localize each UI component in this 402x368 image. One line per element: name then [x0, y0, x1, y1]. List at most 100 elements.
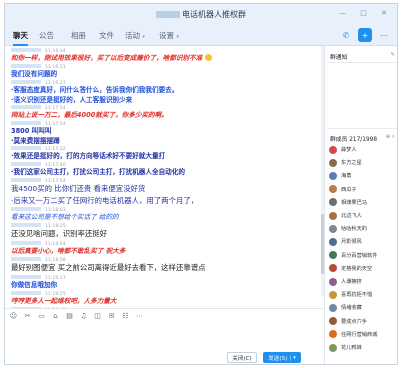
member-name: 海角	[341, 173, 352, 180]
image-icon[interactable]: ▤	[65, 312, 74, 320]
member-item[interactable]: 北边飞人	[329, 210, 397, 221]
mail-icon[interactable]: ✉	[107, 312, 116, 320]
redacted-sender[interactable]	[11, 178, 41, 182]
folder-icon[interactable]: ◫	[93, 312, 102, 320]
message-text: ·客服态度真好，问什么答什么，告诉我你们我我们要去。	[11, 86, 317, 95]
send-button[interactable]: 发送(S) ▾	[263, 352, 301, 363]
group-side-panel: 群通知 ✎ 群成员 217/1998 ⊕ ⌕ 蒜梦人东方之星海角西瓜子相煤果巴马…	[324, 46, 397, 364]
avatar	[329, 343, 337, 352]
member-item[interactable]: 定格我的天空	[329, 263, 397, 274]
message-text: 我4500买的 比你们还贵 看来便宜没好货	[11, 184, 317, 193]
member-name: 相煤果巴马	[341, 199, 367, 206]
member-item[interactable]: 喜再抗拒不惜	[329, 289, 397, 300]
screenshot-icon[interactable]: ▭	[37, 312, 46, 320]
chat-message[interactable]: 11:17:54 我4500买的 比你们还贵 看来便宜没好货	[11, 178, 317, 193]
members-title: 群成员 217/1998	[330, 137, 378, 143]
redacted-sender[interactable]	[11, 275, 41, 279]
more-icon[interactable]: ⋯	[377, 28, 391, 42]
redacted-sender[interactable]	[11, 291, 41, 295]
add-icon[interactable]: +	[358, 28, 372, 42]
tab-activity[interactable]: 活动 ▾	[125, 30, 145, 41]
chat-message[interactable]: ·后来又一万二买了任网行的电话机器人，用了两个月了，	[11, 196, 317, 205]
avatar	[329, 237, 337, 246]
scissors-icon[interactable]: ✂	[23, 312, 32, 320]
chat-message[interactable]: 11:19:25 哼哼更多人一起维权吧，人多力量大	[11, 291, 317, 306]
avatar	[329, 211, 337, 220]
member-item[interactable]: 海角	[329, 170, 397, 181]
window-title-text: 电话机器人推权群	[182, 10, 246, 19]
tab-chat[interactable]: 聊天	[13, 30, 28, 46]
member-name: 花儿鸭妹	[341, 345, 362, 351]
chat-message[interactable]: 11:16:34 和你一样，刚试用效果很好，买了以后变成廉价了，啥都识别不准	[11, 48, 317, 63]
message-text: 以后真要小心，啥都不敢乱买了 祝大多	[11, 247, 317, 256]
member-item[interactable]: 东方之星	[329, 157, 397, 168]
member-item[interactable]: 花儿鸭妹	[329, 342, 397, 353]
member-tools-icons[interactable]: ⊕ ⌕	[386, 134, 395, 141]
emoji-icon[interactable]: ☺	[9, 312, 18, 320]
notice-title: 群通知	[330, 55, 348, 61]
member-name: 百分百营销软件	[341, 252, 378, 259]
input-toolbar: ☺ ✂ ▭ ⌂ ▤ ♫ ◫ ✉ ☷ ⋯	[5, 308, 323, 322]
chevron-down-icon[interactable]: ▾	[290, 354, 296, 361]
member-item[interactable]: 人潮拥挤	[329, 276, 397, 287]
member-name: 任网行营销商城	[341, 331, 378, 338]
redacted-sender[interactable]	[11, 162, 41, 166]
redacted-sender[interactable]	[11, 241, 41, 245]
chat-message[interactable]: 11:18:03 看来这公司是不想给个实话了 给的的	[11, 207, 317, 222]
message-list[interactable]: 11:16:34 和你一样，刚试用效果很好，买了以后变成廉价了，啥都识别不准 11…	[5, 46, 323, 308]
member-item[interactable]: 相煤果巴马	[329, 197, 397, 208]
music-icon[interactable]: ♫	[79, 312, 88, 320]
message-text: 我们没有问题的	[11, 70, 317, 79]
tab-files[interactable]: 文件	[99, 30, 114, 41]
message-body: 你做信息哦加你	[11, 280, 58, 289]
edit-icon[interactable]: ✎	[390, 52, 395, 58]
redacted-sender[interactable]	[11, 64, 41, 68]
tab-settings[interactable]: 设置 ▾	[159, 30, 179, 41]
chat-message[interactable]: 11:18:25 还没见啥问题，识别率还挺好	[11, 223, 317, 238]
redacted-sender[interactable]	[11, 105, 41, 109]
redacted-sender[interactable]	[11, 207, 41, 211]
grid-icon[interactable]: ☷	[121, 312, 130, 320]
message-body: 网站上说一万二，最后4000就买了，你多少买的啊。	[11, 110, 168, 119]
avatar	[329, 317, 337, 326]
gift-icon[interactable]: ⌂	[51, 312, 60, 320]
member-item[interactable]: 情绪收藏	[329, 302, 397, 313]
chat-message[interactable]: ·莫来费摆摆摆蹲	[11, 137, 317, 146]
tab-album[interactable]: 相册	[71, 30, 86, 41]
redacted-sender[interactable]	[11, 223, 41, 227]
redacted-sender[interactable]	[11, 48, 41, 52]
member-item[interactable]: 咕咕秋天的	[329, 223, 397, 234]
chat-message[interactable]: 11:17:32 ·效果还是挺好的，打的方向等话术好不要好就大量打	[11, 146, 317, 161]
chat-message[interactable]: 11:16:21 我们没有问题的	[11, 64, 317, 79]
member-name: 西瓜子	[341, 186, 357, 193]
member-item[interactable]: 西瓜子	[329, 184, 397, 195]
message-body: 哼哼更多人一起维权吧，人多力量大	[11, 296, 117, 305]
chat-message[interactable]: 11:16:27 ·客服态度真好，问什么答什么，告诉我你们我我们要去。	[11, 80, 317, 95]
chat-message[interactable]: 11:19:17 你做信息哦加你	[11, 275, 317, 290]
redacted-sender[interactable]	[11, 80, 41, 84]
avatar	[329, 185, 337, 194]
chat-message[interactable]: 11:17:14 网站上说一万二，最后4000就买了，你多少买的啊。	[11, 105, 317, 120]
chat-message[interactable]: 11:17:40 ·我们这家公司主打，打扰公司主打，打扰机器人全自动化的	[11, 162, 317, 177]
member-name: 北边飞人	[341, 213, 362, 219]
chat-message[interactable]: ·语义识别还是挺好的，人工客服识别少来	[11, 96, 317, 105]
window-controls[interactable]: — □ ✕	[339, 9, 393, 17]
member-item[interactable]: 要成点穴手	[329, 316, 397, 327]
member-item[interactable]: 任网行营销商城	[329, 329, 397, 340]
more-icon[interactable]: ⋯	[135, 312, 144, 320]
redacted-sender[interactable]	[11, 121, 41, 125]
phone-icon[interactable]: ✆	[339, 28, 353, 42]
member-item[interactable]: 蒜梦人	[329, 144, 397, 155]
chat-message[interactable]: 11:17:14 3800 叫叫叫	[11, 121, 317, 136]
member-item[interactable]: 百分百营销软件	[329, 250, 397, 261]
message-body: 看来这公司是不想给个实话了 给的的	[11, 212, 119, 221]
close-button[interactable]: 关闭(C)	[227, 352, 257, 363]
member-item[interactable]: 月影倾风	[329, 236, 397, 247]
message-input[interactable]: 关闭(C) 发送(S) ▾	[5, 322, 323, 364]
redacted-sender[interactable]	[11, 257, 41, 261]
chat-message[interactable]: 11:18:58 最好别图便宜 买之前公司离得近最好去看下，这样还靠谱点	[11, 257, 317, 272]
avatar	[329, 303, 337, 312]
redacted-sender[interactable]	[11, 146, 41, 150]
tab-announcements[interactable]: 公告	[39, 30, 54, 41]
chat-message[interactable]: 11:18:44 以后真要小心，啥都不敢乱买了 祝大多	[11, 241, 317, 256]
